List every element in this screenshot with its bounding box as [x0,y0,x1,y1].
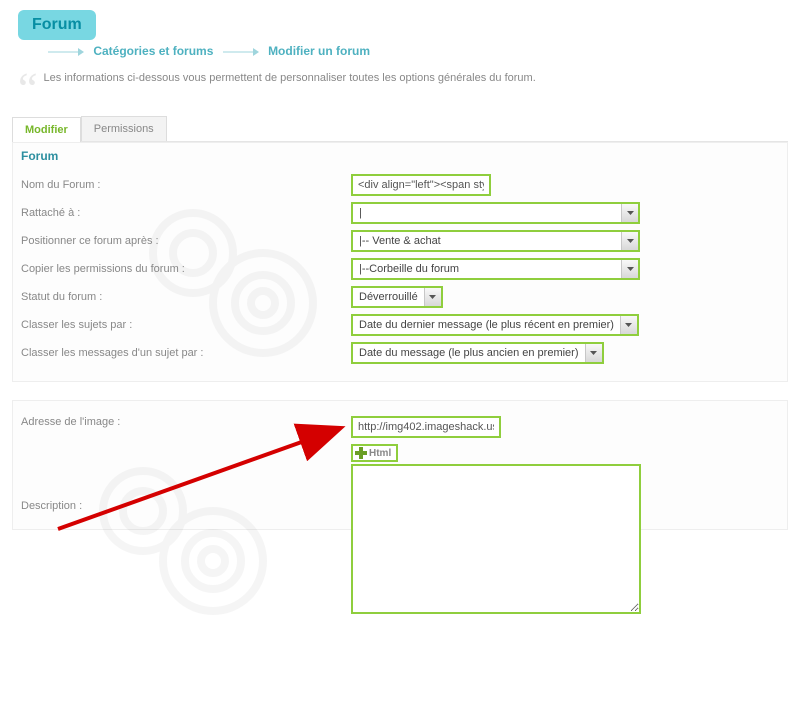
label-adresse-image: Adresse de l'image : [21,416,351,428]
intro-text: Les informations ci-dessous vous permett… [44,70,536,84]
html-mode-button[interactable]: Html [351,444,398,462]
tab-modifier[interactable]: Modifier [12,117,81,142]
dropdown-icon [620,316,637,334]
dropdown-icon [621,260,638,278]
panel-legend: Forum [21,149,787,163]
dropdown-icon [424,288,441,306]
plus-icon [355,447,367,459]
label-rattache: Rattaché à : [21,207,351,219]
arrow-icon [223,48,259,56]
tab-permissions[interactable]: Permissions [81,116,167,141]
statut-value: Déverrouillé [353,288,424,306]
dropdown-icon [621,204,638,222]
label-nom: Nom du Forum : [21,179,351,191]
copier-perm-value: |--Corbeille du forum [353,260,621,278]
copier-perm-select[interactable]: |--Corbeille du forum [351,258,640,280]
dropdown-icon [585,344,602,362]
breadcrumb-modify-forum[interactable]: Modifier un forum [268,44,370,58]
label-classer-sujets: Classer les sujets par : [21,319,351,331]
image-description-panel: Adresse de l'image : Html Description : [12,400,788,530]
breadcrumb-categories[interactable]: Catégories et forums [93,44,213,58]
tab-bar: Modifier Permissions [12,116,788,142]
label-description: Description : [21,500,351,512]
position-select[interactable]: |-- Vente & achat [351,230,640,252]
classer-sujets-value: Date du dernier message (le plus récent … [353,316,620,334]
classer-sujets-select[interactable]: Date du dernier message (le plus récent … [351,314,639,336]
position-value: |-- Vente & achat [353,232,621,250]
rattache-select[interactable]: | [351,202,640,224]
statut-select[interactable]: Déverrouillé [351,286,443,308]
label-statut: Statut du forum : [21,291,351,303]
label-position: Positionner ce forum après : [21,235,351,247]
description-textarea[interactable] [351,464,641,614]
rattache-value: | [353,204,621,222]
label-classer-messages: Classer les messages d'un sujet par : [21,347,351,359]
classer-messages-select[interactable]: Date du message (le plus ancien en premi… [351,342,604,364]
forum-settings-panel: Forum Nom du Forum : Rattaché à : | Posi… [12,142,788,382]
page-title: Forum [18,10,96,40]
adresse-image-input[interactable] [351,416,501,438]
arrow-icon [48,48,84,56]
nom-forum-input[interactable] [351,174,491,196]
html-button-label: Html [369,448,391,459]
dropdown-icon [621,232,638,250]
label-copier-perm: Copier les permissions du forum : [21,263,351,275]
breadcrumb: Catégories et forums Modifier un forum [42,44,788,58]
quote-icon: “ [18,76,38,102]
classer-messages-value: Date du message (le plus ancien en premi… [353,344,585,362]
